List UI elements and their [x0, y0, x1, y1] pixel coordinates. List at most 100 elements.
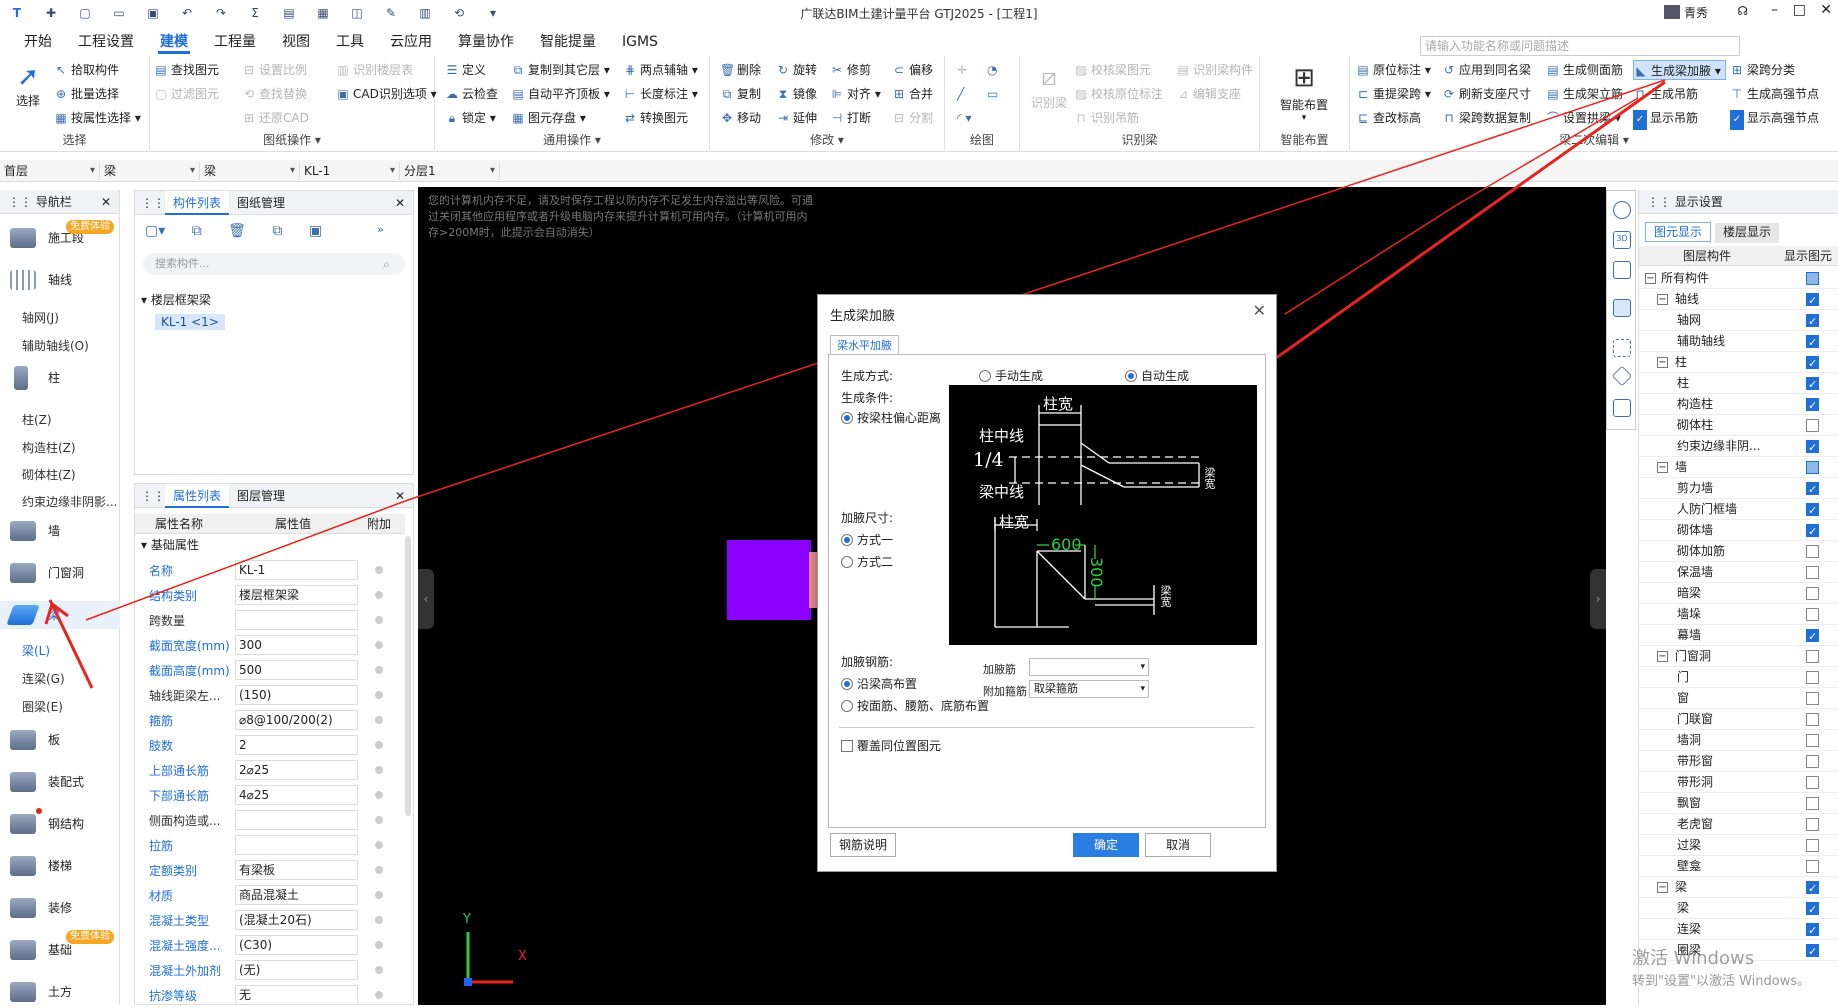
- headset-icon[interactable]: ☊: [1737, 4, 1748, 18]
- property-value[interactable]: 无: [235, 985, 358, 1005]
- define-button[interactable]: ☰ 定义: [445, 60, 486, 80]
- extend-button[interactable]: ⇥ 延伸: [776, 108, 817, 128]
- display-checkbox[interactable]: [1806, 755, 1819, 768]
- display-checkbox[interactable]: [1806, 272, 1819, 285]
- property-attach-dot[interactable]: [375, 616, 383, 624]
- nav-sub-coupling-beam[interactable]: 连梁(G): [22, 670, 65, 687]
- property-attach-dot[interactable]: [375, 866, 383, 874]
- function-search-input[interactable]: 请输入功能名称或问题描述: [1420, 36, 1740, 56]
- display-checkbox[interactable]: [1806, 311, 1819, 332]
- check-origin-dim-button[interactable]: ▨ 校核原位标注: [1074, 84, 1163, 104]
- prop-scrollbar[interactable]: [405, 536, 411, 816]
- expand-toggle-icon[interactable]: −: [1657, 651, 1668, 662]
- gen-beam-haunch-button[interactable]: ◣ 生成梁加腋 ▾: [1633, 60, 1726, 80]
- show-high-strength-toggle[interactable]: ✓ 显示高强节点: [1730, 108, 1819, 130]
- set-arch-beam-button[interactable]: ⌒ 设置拱梁 ▾: [1546, 108, 1621, 128]
- pick-component-button[interactable]: ↖ 拾取构件: [54, 60, 119, 80]
- set-scale-button[interactable]: ⊟ 设置比例: [242, 60, 307, 80]
- merge-button[interactable]: ⊞ 合并: [892, 84, 933, 104]
- save-comp-icon[interactable]: ▣: [309, 223, 322, 239]
- property-attach-dot[interactable]: [375, 816, 383, 824]
- property-attach-dot[interactable]: [375, 666, 383, 674]
- display-checkbox[interactable]: [1806, 734, 1819, 747]
- rect-tool-icon[interactable]: ▭: [987, 84, 998, 104]
- gen-erect-rebar-button[interactable]: ▤ 生成架立筋: [1546, 84, 1623, 104]
- expand-toggle-icon[interactable]: −: [1645, 273, 1656, 284]
- layer-copy-icon[interactable]: ⧉: [272, 223, 282, 239]
- nav-item-construction-stage[interactable]: 施工段 免费体验: [0, 220, 120, 252]
- expand-toggle-icon[interactable]: −: [1657, 357, 1668, 368]
- check-elevation-button[interactable]: ⊑ 查改标高: [1356, 108, 1421, 128]
- mirror-button[interactable]: ⧗ 镜像: [776, 84, 817, 104]
- display-checkbox[interactable]: [1806, 899, 1819, 920]
- property-value[interactable]: 商品混凝土: [235, 885, 358, 905]
- cad-options-button[interactable]: ▣ CAD识别选项 ▾: [336, 84, 436, 104]
- refresh-support-button[interactable]: ⟳ 刷新支座尺寸: [1442, 84, 1531, 104]
- convert-element-button[interactable]: ⇄ 转换图元: [623, 108, 688, 128]
- tab-drawing-manage[interactable]: 图纸管理: [229, 191, 293, 215]
- display-checkbox[interactable]: [1806, 521, 1819, 542]
- property-value[interactable]: 有梁板: [235, 860, 358, 880]
- check-beam-element-button[interactable]: ▨ 校核梁图元: [1074, 60, 1151, 80]
- cube-view-icon[interactable]: [1613, 261, 1631, 279]
- property-attach-dot[interactable]: [375, 691, 383, 699]
- nav-sub-aux-axis[interactable]: 辅助轴线(O): [22, 337, 89, 354]
- nav-sub-cons-col[interactable]: 构造柱(Z): [22, 439, 76, 456]
- recognize-beam-comp-button[interactable]: ▤ 识别梁构件: [1176, 60, 1253, 80]
- gen-side-rebar-button[interactable]: ▤ 生成侧面筋: [1546, 60, 1623, 80]
- property-attach-dot[interactable]: [375, 741, 383, 749]
- tab-element-display[interactable]: 图元显示: [1645, 222, 1712, 242]
- find-replace-button[interactable]: ⟲ 查找替换: [242, 84, 307, 104]
- nav-item-slab[interactable]: 板: [0, 726, 120, 754]
- nav-item-door-window[interactable]: 门窗洞: [0, 559, 120, 587]
- property-attach-dot[interactable]: [375, 891, 383, 899]
- user-avatar[interactable]: 青秀: [1664, 4, 1708, 21]
- right-collapse-handle[interactable]: ›: [1590, 569, 1606, 629]
- display-checkbox[interactable]: [1806, 878, 1819, 899]
- display-checkbox[interactable]: [1806, 500, 1819, 521]
- sublayer-select[interactable]: 分层1: [400, 161, 500, 180]
- property-view-icon[interactable]: [1613, 399, 1631, 417]
- display-checkbox[interactable]: [1806, 395, 1819, 416]
- length-dim-button[interactable]: ⊢ 长度标注 ▾: [623, 84, 698, 104]
- component-select[interactable]: KL-1: [300, 161, 400, 180]
- cancel-button[interactable]: 取消: [1145, 833, 1211, 857]
- display-checkbox[interactable]: [1806, 374, 1819, 395]
- display-checkbox[interactable]: [1806, 479, 1819, 500]
- property-attach-dot[interactable]: [375, 791, 383, 799]
- property-attach-dot[interactable]: [375, 991, 383, 999]
- span-classify-button[interactable]: ⊞ 梁跨分类: [1730, 60, 1795, 80]
- menu-item[interactable]: 工程设置: [76, 30, 136, 54]
- display-checkbox[interactable]: [1806, 437, 1819, 458]
- tab-component-list[interactable]: 构件列表: [165, 191, 230, 215]
- nav-item-beam[interactable]: 梁: [0, 601, 120, 629]
- condition-eccentric-radio[interactable]: 按梁柱偏心距离: [841, 409, 941, 426]
- expand-toggle-icon[interactable]: −: [1657, 882, 1668, 893]
- smart-layout-button[interactable]: ⊞ 智能布置 ▾: [1274, 60, 1334, 123]
- display-checkbox[interactable]: [1806, 650, 1819, 663]
- property-value[interactable]: (无): [235, 960, 358, 980]
- property-attach-dot[interactable]: [375, 566, 383, 574]
- mode-auto-radio[interactable]: 自动生成: [1125, 367, 1189, 384]
- menu-item[interactable]: 智能提量: [538, 30, 598, 54]
- arc-tool-icon[interactable]: ◜ ▾: [957, 108, 971, 128]
- nav-sub-grid[interactable]: 轴网(J): [22, 309, 59, 326]
- display-checkbox[interactable]: [1806, 461, 1819, 474]
- display-checkbox[interactable]: [1806, 626, 1819, 647]
- find-element-button[interactable]: ▤ 查找图元: [154, 60, 219, 80]
- property-attach-dot[interactable]: [375, 641, 383, 649]
- property-value[interactable]: 500: [235, 660, 358, 680]
- display-checkbox[interactable]: [1806, 776, 1819, 789]
- recognize-hanger-button[interactable]: ⊓ 识别吊筋: [1074, 108, 1139, 128]
- nav-item-wall[interactable]: 墙: [0, 517, 120, 545]
- nav-sub-ring-beam[interactable]: 圈梁(E): [22, 698, 63, 715]
- nav-sub-boundary[interactable]: 约束边缘非阴影...: [22, 493, 117, 510]
- display-checkbox[interactable]: [1806, 608, 1819, 621]
- display-checkbox[interactable]: [1806, 353, 1819, 374]
- nav-sub-beam-l[interactable]: 梁(L): [22, 642, 50, 659]
- ok-button[interactable]: 确定: [1073, 833, 1139, 857]
- property-value[interactable]: (150): [235, 685, 358, 705]
- menu-item[interactable]: IGMS: [620, 30, 660, 54]
- tab-layer-manage[interactable]: 图层管理: [229, 484, 293, 508]
- display-checkbox[interactable]: [1806, 545, 1819, 558]
